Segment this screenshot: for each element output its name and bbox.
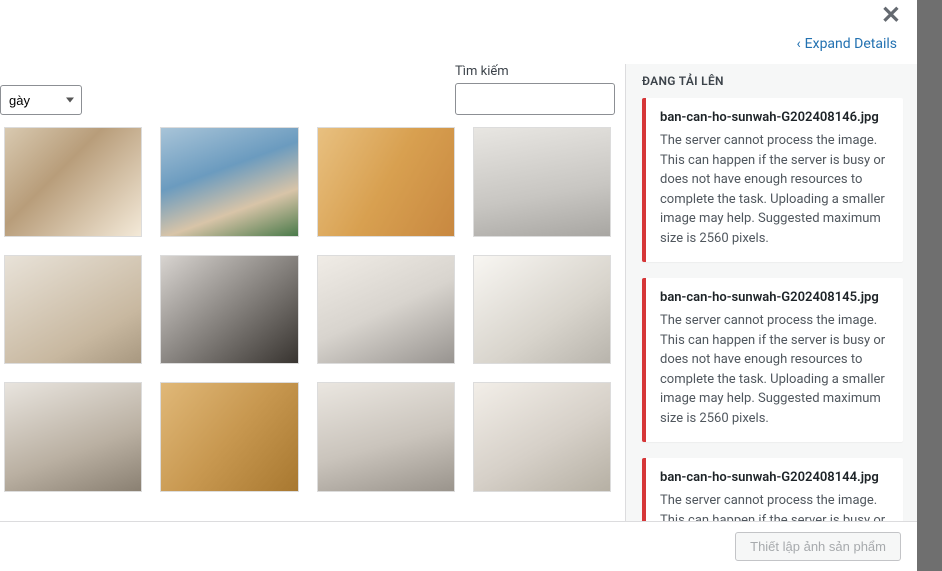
upload-filename: ban-can-ho-sunwah-G202408145.jpg	[660, 290, 889, 305]
expand-row: ‹ Expand Details	[0, 36, 917, 64]
modal-footer: Thiết lập ảnh sản phẩm	[0, 521, 917, 571]
upload-list[interactable]: ban-can-ho-sunwah-G202408146.jpg The ser…	[626, 98, 917, 521]
media-thumbnail[interactable]	[317, 127, 455, 237]
close-button[interactable]: ✕	[875, 4, 907, 28]
media-thumbnail[interactable]	[4, 127, 142, 237]
media-thumbnail[interactable]	[4, 255, 142, 365]
media-thumbnail[interactable]	[473, 255, 611, 365]
media-thumbnail[interactable]	[473, 127, 611, 237]
filters-row: gày Tìm kiếm	[0, 64, 625, 127]
media-thumbnail[interactable]	[160, 127, 298, 237]
gallery-scroll[interactable]	[0, 127, 625, 521]
search-group: Tìm kiếm	[455, 64, 615, 115]
media-modal: ✕ ‹ Expand Details gày Tìm kiếm	[0, 0, 917, 571]
media-thumbnail[interactable]	[317, 382, 455, 492]
media-thumbnail[interactable]	[4, 382, 142, 492]
upload-sidebar: ĐANG TẢI LÊN ban-can-ho-sunwah-G20240814…	[625, 64, 917, 521]
set-product-image-button[interactable]: Thiết lập ảnh sản phẩm	[735, 532, 901, 561]
expand-details-label: Expand Details	[805, 36, 897, 52]
media-thumbnail[interactable]	[160, 382, 298, 492]
chevron-left-icon: ‹	[796, 36, 800, 52]
upload-filename: ban-can-ho-sunwah-G202408144.jpg	[660, 470, 889, 485]
search-label: Tìm kiếm	[455, 64, 615, 79]
media-gallery	[0, 127, 615, 492]
upload-filename: ban-can-ho-sunwah-G202408146.jpg	[660, 110, 889, 125]
media-thumbnail[interactable]	[317, 255, 455, 365]
upload-error-item: ban-can-ho-sunwah-G202408146.jpg The ser…	[642, 98, 903, 262]
media-thumbnail[interactable]	[473, 382, 611, 492]
date-filter-select[interactable]: gày	[0, 85, 82, 115]
media-thumbnail[interactable]	[160, 255, 298, 365]
upload-error-text: The server cannot process the image. Thi…	[660, 491, 889, 521]
modal-backdrop	[917, 0, 942, 571]
sidebar-title: ĐANG TẢI LÊN	[626, 64, 917, 98]
main-area: gày Tìm kiếm	[0, 64, 625, 521]
expand-details-link[interactable]: ‹ Expand Details	[796, 36, 897, 52]
upload-error-text: The server cannot process the image. Thi…	[660, 311, 889, 428]
upload-error-item: ban-can-ho-sunwah-G202408144.jpg The ser…	[642, 458, 903, 521]
search-input[interactable]	[455, 83, 615, 115]
modal-header: ✕	[0, 0, 917, 36]
upload-error-item: ban-can-ho-sunwah-G202408145.jpg The ser…	[642, 278, 903, 442]
modal-body: gày Tìm kiếm	[0, 64, 917, 521]
upload-error-text: The server cannot process the image. Thi…	[660, 131, 889, 248]
